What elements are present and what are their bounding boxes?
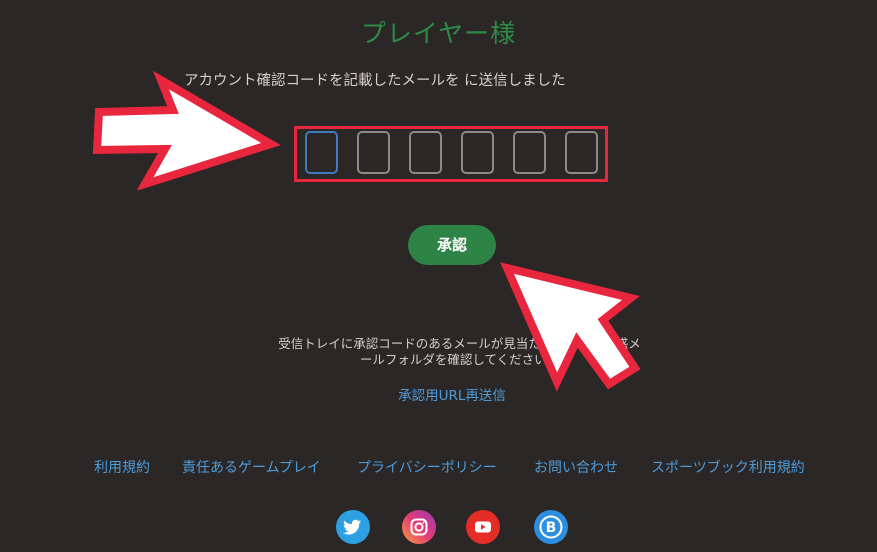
footer-link-terms[interactable]: 利用規約 (94, 457, 150, 477)
instagram-icon[interactable] (402, 510, 436, 544)
footer-link-sportsbook-terms[interactable]: スポーツブック利用規約 (651, 457, 805, 477)
resend-link[interactable]: 承認用URL再送信 (0, 384, 877, 404)
youtube-icon[interactable] (466, 510, 500, 544)
footer-link-responsible-gaming[interactable]: 責任あるゲームプレイ (182, 457, 321, 477)
arrow-annotation-icon (92, 70, 281, 190)
page-title: プレイヤー様 (360, 19, 517, 48)
footer-link-contact[interactable]: お問い合わせ (534, 457, 618, 477)
code-digit-1[interactable] (305, 131, 338, 174)
code-digit-4[interactable] (461, 131, 494, 174)
arrow-annotation-icon (500, 262, 641, 392)
code-digit-3[interactable] (409, 131, 442, 174)
approve-button[interactable]: 承認 (408, 225, 496, 265)
code-digit-2[interactable] (357, 131, 390, 174)
svg-text:B: B (546, 520, 557, 536)
twitter-icon[interactable] (336, 510, 370, 544)
code-highlight-frame (294, 126, 608, 182)
code-digit-6[interactable] (565, 131, 598, 174)
code-digit-5[interactable] (513, 131, 546, 174)
blog-icon[interactable]: B (534, 510, 568, 544)
footer-link-privacy[interactable]: プライバシーポリシー (357, 457, 497, 477)
